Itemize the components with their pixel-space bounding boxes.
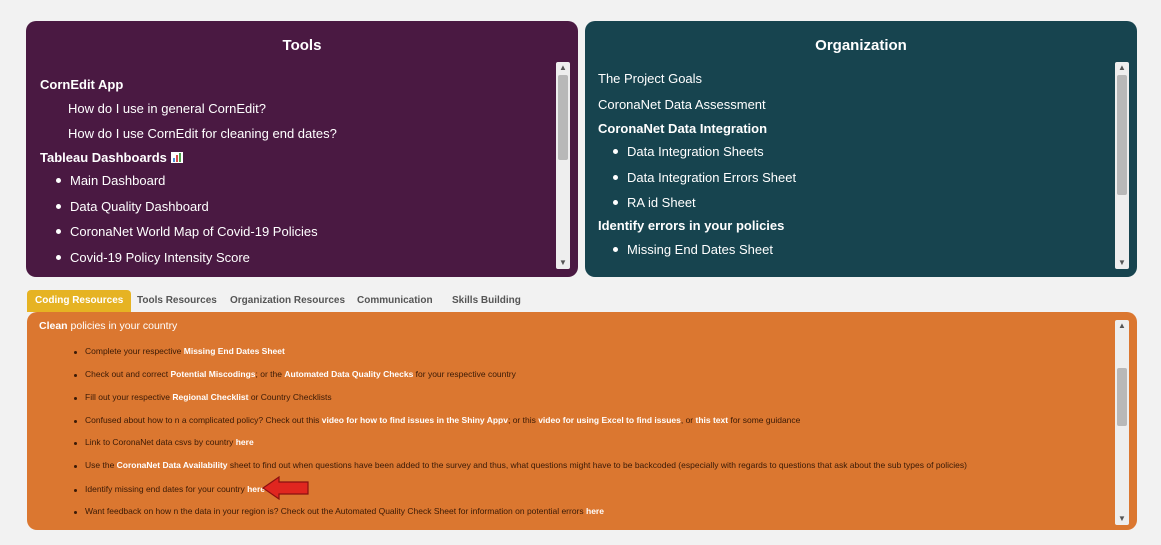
scroll-down-icon[interactable]: ▼ bbox=[1115, 257, 1129, 269]
tableau-heading-label: Tableau Dashboards bbox=[40, 150, 167, 165]
errors-item[interactable]: Missing End Dates Sheet bbox=[613, 242, 773, 257]
list-item: Use the CoronaNet Data Availability shee… bbox=[74, 460, 967, 470]
list-item: Fill out your respective Regional Checkl… bbox=[74, 392, 332, 402]
scroll-up-icon[interactable]: ▲ bbox=[1115, 320, 1129, 332]
scroll-down-icon[interactable]: ▼ bbox=[1115, 513, 1129, 525]
csv-here-link[interactable]: here bbox=[236, 437, 254, 447]
organization-title: Organization bbox=[815, 37, 907, 54]
cornedit-heading: CornEdit App bbox=[40, 77, 124, 92]
organization-scrollbar[interactable]: ▲ ▼ bbox=[1115, 62, 1129, 269]
this-text-link[interactable]: this text bbox=[696, 415, 729, 425]
missing-end-dates-link[interactable]: Missing End Dates Sheet bbox=[184, 346, 285, 356]
list-item: Link to CoronaNet data csvs by country h… bbox=[74, 437, 254, 447]
list-item: Confused about how to n a complicated po… bbox=[74, 415, 800, 425]
tableau-item[interactable]: CoronaNet World Map of Covid-19 Policies bbox=[56, 224, 318, 239]
scroll-thumb[interactable] bbox=[1117, 368, 1127, 426]
tab-organization-resources[interactable]: Organization Resources bbox=[222, 290, 353, 312]
tableau-item[interactable]: Main Dashboard bbox=[56, 173, 165, 188]
tab-tools-resources[interactable]: Tools Resources bbox=[129, 290, 225, 312]
potential-miscodings-link[interactable]: Potential Miscodings bbox=[171, 369, 256, 379]
integration-item[interactable]: RA id Sheet bbox=[613, 195, 696, 210]
scroll-up-icon[interactable]: ▲ bbox=[556, 62, 570, 74]
cornedit-link-general[interactable]: How do I use in general CornEdit? bbox=[68, 101, 266, 116]
feedback-here-link[interactable]: here bbox=[586, 506, 604, 516]
list-item: Complete your respective Missing End Dat… bbox=[74, 346, 285, 356]
excel-video-link[interactable]: video for using Excel to find issues bbox=[538, 415, 681, 425]
list-item: Check out and correct Potential Miscodin… bbox=[74, 369, 516, 379]
tools-title: Tools bbox=[282, 37, 322, 54]
tab-skills-building[interactable]: Skills Building bbox=[444, 290, 529, 312]
integration-item[interactable]: Data Integration Errors Sheet bbox=[613, 170, 796, 185]
coding-heading: Clean policies in your country bbox=[39, 320, 178, 332]
scroll-thumb[interactable] bbox=[558, 75, 568, 160]
shiny-video-link[interactable]: video for how to find issues in the Shin… bbox=[322, 415, 508, 425]
automated-checks-link[interactable]: Automated Data Quality Checks bbox=[284, 369, 413, 379]
tools-scrollbar[interactable]: ▲ ▼ bbox=[556, 62, 570, 269]
scroll-down-icon[interactable]: ▼ bbox=[556, 257, 570, 269]
errors-heading: Identify errors in your policies bbox=[598, 218, 785, 233]
scroll-thumb[interactable] bbox=[1117, 75, 1127, 195]
tab-communication[interactable]: Communication bbox=[349, 290, 441, 312]
data-assessment-link[interactable]: CoronaNet Data Assessment bbox=[598, 97, 766, 112]
project-goals-link[interactable]: The Project Goals bbox=[598, 71, 702, 86]
tableau-item[interactable]: Data Quality Dashboard bbox=[56, 199, 209, 214]
coding-resources-panel: Clean policies in your country Complete … bbox=[27, 312, 1137, 530]
coding-scrollbar[interactable]: ▲ ▼ bbox=[1115, 320, 1129, 525]
list-item: Identify missing end dates for your coun… bbox=[74, 484, 265, 494]
organization-panel: Organization The Project Goals CoronaNet… bbox=[585, 21, 1137, 277]
scroll-up-icon[interactable]: ▲ bbox=[1115, 62, 1129, 74]
integration-heading: CoronaNet Data Integration bbox=[598, 121, 768, 136]
tools-panel: Tools CornEdit App How do I use in gener… bbox=[26, 21, 578, 277]
bar-chart-icon bbox=[170, 152, 183, 163]
cornedit-link-end-dates[interactable]: How do I use CornEdit for cleaning end d… bbox=[68, 126, 337, 141]
regional-checklist-link[interactable]: Regional Checklist bbox=[172, 392, 248, 402]
tableau-heading: Tableau Dashboards bbox=[40, 150, 183, 165]
list-item: Want feedback on how n the data in your … bbox=[74, 506, 604, 516]
data-availability-link[interactable]: CoronaNet Data Availability bbox=[117, 460, 228, 470]
integration-item[interactable]: Data Integration Sheets bbox=[613, 144, 764, 159]
tab-coding-resources[interactable]: Coding Resources bbox=[27, 290, 132, 312]
tableau-item[interactable]: Covid-19 Policy Intensity Score bbox=[56, 250, 250, 265]
red-arrow-icon bbox=[262, 476, 309, 500]
